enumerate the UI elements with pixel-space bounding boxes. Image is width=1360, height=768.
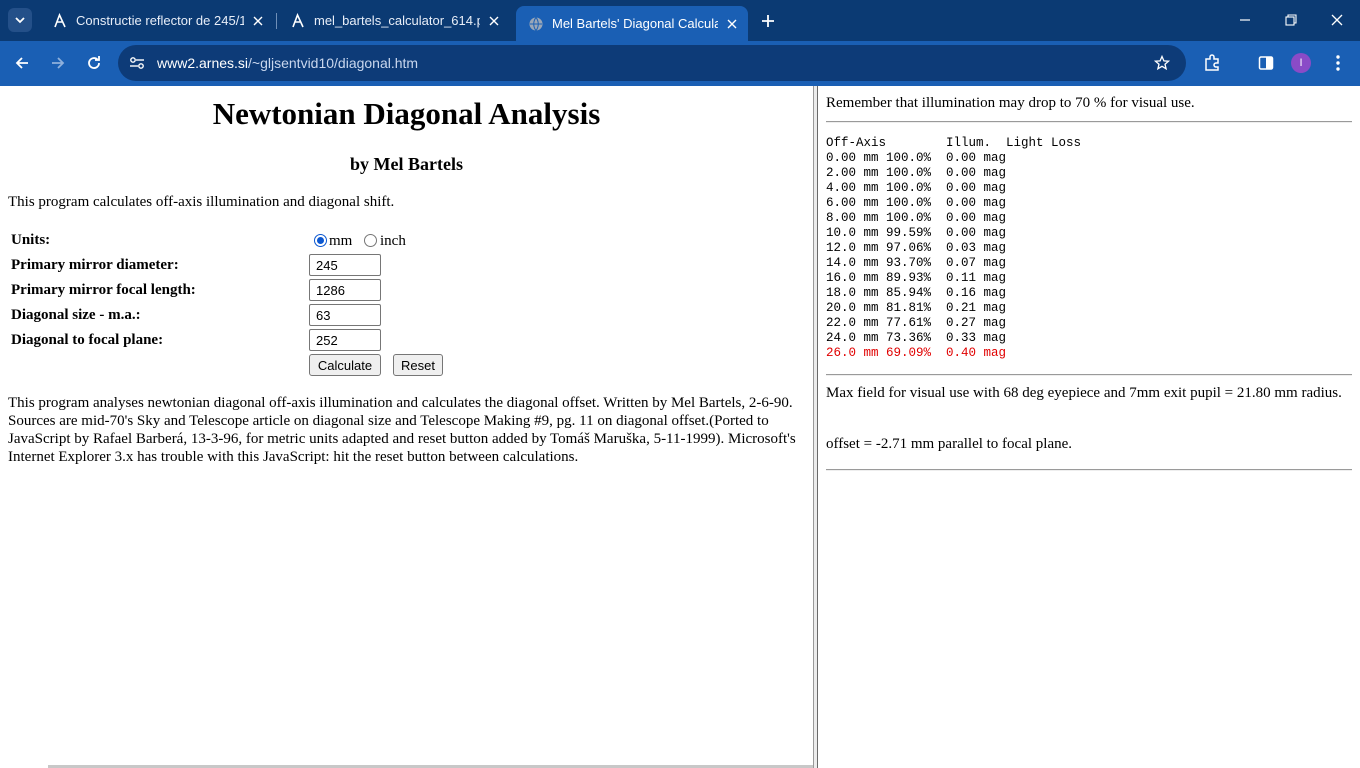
diagonal-to-focal-plane-input[interactable] — [309, 329, 381, 351]
unit-mm-label: mm — [329, 233, 353, 249]
table-row: 12.0 mm 97.06% 0.03 mag — [826, 241, 1007, 255]
unit-inch-label: inch — [380, 233, 406, 249]
divider — [826, 121, 1352, 123]
lambda-favicon-icon — [290, 12, 306, 29]
table-row: 0.00 mm 100.0% 0.00 mag — [826, 151, 1007, 165]
close-window-button[interactable] — [1314, 0, 1360, 40]
page-title: Newtonian Diagonal Analysis — [212, 96, 601, 131]
address-bar[interactable]: www2.arnes.si/~gljsentvid10/diagonal.htm — [118, 45, 1186, 81]
extensions-icon[interactable] — [1199, 50, 1225, 76]
restore-button[interactable] — [1268, 0, 1314, 40]
author-byline: by Mel Bartels — [350, 154, 463, 174]
illumination-note: Remember that illumination may drop to 7… — [826, 95, 1195, 111]
site-info-icon[interactable] — [126, 53, 148, 73]
table-row: 24.0 mm 73.36% 0.33 mag — [826, 331, 1007, 345]
profile-avatar[interactable]: I — [1288, 50, 1314, 76]
diagonal-size-input[interactable] — [309, 304, 381, 326]
unit-inch-radio[interactable] — [364, 234, 377, 247]
tab-separator — [276, 13, 277, 29]
menu-kebab-icon[interactable] — [1325, 50, 1351, 76]
tab-png[interactable]: mel_bartels_calculator_614.png — [278, 6, 510, 35]
table-row: 20.0 mm 81.81% 0.21 mag — [826, 301, 1007, 315]
minimize-button[interactable] — [1222, 0, 1268, 40]
primary-diameter-label: Primary mirror diameter: — [11, 257, 179, 273]
close-icon — [1331, 14, 1343, 26]
results-frame: Remember that illumination may drop to 7… — [818, 86, 1360, 768]
tab-strip: Constructie reflector de 245/12 mel_bart… — [0, 0, 1360, 41]
table-row: 8.00 mm 100.0% 0.00 mag — [826, 211, 1007, 225]
offset-text: offset = -2.71 mm parallel to focal plan… — [826, 436, 1073, 452]
primary-diameter-input[interactable] — [309, 254, 381, 276]
table-row: 14.0 mm 93.70% 0.07 mag — [826, 256, 1007, 270]
bookmark-star-icon[interactable] — [1152, 53, 1172, 73]
url-host: www2.arnes.si — [157, 55, 249, 71]
diagonal-to-focal-plane-label: Diagonal to focal plane: — [11, 332, 164, 348]
illumination-table: Off-Axis Illum. Light Loss 0.00 mm 100.0%… — [826, 136, 1081, 361]
reload-button[interactable] — [80, 49, 108, 77]
back-button[interactable] — [8, 49, 36, 77]
browser-toolbar: www2.arnes.si/~gljsentvid10/diagonal.htm… — [0, 41, 1360, 86]
new-tab-button[interactable] — [756, 9, 780, 33]
tab-search-button[interactable] — [8, 8, 32, 32]
forward-button[interactable] — [44, 49, 72, 77]
close-tab-icon[interactable] — [250, 13, 266, 29]
intro-text: This program calculates off-axis illumin… — [8, 194, 395, 210]
table-row: 4.00 mm 100.0% 0.00 mag — [826, 181, 1007, 195]
side-panel-icon[interactable] — [1253, 50, 1279, 76]
tab-title: Constructie reflector de 245/12 — [76, 13, 244, 28]
minimize-icon — [1240, 19, 1250, 21]
table-row: 10.0 mm 99.59% 0.00 mag — [826, 226, 1007, 240]
calculate-button[interactable]: Calculate — [309, 354, 381, 376]
close-tab-icon[interactable] — [486, 13, 502, 29]
url-path: /~gljsentvid10/diagonal.htm — [248, 55, 419, 71]
description-text: This program analyses newtonian diagonal… — [8, 395, 796, 465]
arrow-right-icon — [52, 57, 65, 69]
units-label: Units: — [11, 232, 51, 248]
url-text: www2.arnes.si/~gljsentvid10/diagonal.htm — [157, 55, 418, 71]
restore-icon — [1285, 14, 1297, 26]
primary-focal-length-input[interactable] — [309, 279, 381, 301]
chevron-down-icon — [15, 17, 25, 24]
table-row: 22.0 mm 77.61% 0.27 mag — [826, 316, 1007, 330]
max-field-text: Max field for visual use with 68 deg eye… — [826, 385, 1342, 401]
table-row: 6.00 mm 100.0% 0.00 mag — [826, 196, 1007, 210]
divider — [826, 374, 1352, 376]
table-row-highlighted: 26.0 mm 69.09% 0.40 mag — [826, 346, 1007, 360]
reload-icon — [88, 56, 100, 69]
divider — [826, 469, 1352, 471]
globe-favicon-icon — [528, 16, 544, 32]
diagonal-size-label: Diagonal size - m.a.: — [11, 307, 141, 323]
table-header: Off-Axis Illum. Light Loss — [826, 136, 1082, 150]
tab-title: Mel Bartels' Diagonal Calculator — [552, 16, 718, 31]
reset-button[interactable]: Reset — [393, 354, 443, 376]
unit-mm-radio[interactable] — [314, 234, 327, 247]
table-row: 16.0 mm 89.93% 0.11 mag — [826, 271, 1007, 285]
calculator-frame: Newtonian Diagonal Analysis by Mel Barte… — [0, 86, 813, 768]
table-row: 2.00 mm 100.0% 0.00 mag — [826, 166, 1007, 180]
tab-constructie[interactable]: Constructie reflector de 245/12 — [40, 6, 274, 35]
plus-icon — [762, 15, 774, 27]
lambda-favicon-icon — [52, 12, 68, 29]
tab-diagonal-calculator[interactable]: Mel Bartels' Diagonal Calculator — [516, 6, 748, 41]
close-tab-icon[interactable] — [724, 16, 740, 32]
tab-title: mel_bartels_calculator_614.png — [314, 13, 480, 28]
table-row: 18.0 mm 85.94% 0.16 mag — [826, 286, 1007, 300]
primary-focal-length-label: Primary mirror focal length: — [11, 282, 196, 298]
profile-initial: I — [1291, 53, 1311, 73]
arrow-left-icon — [15, 57, 28, 69]
